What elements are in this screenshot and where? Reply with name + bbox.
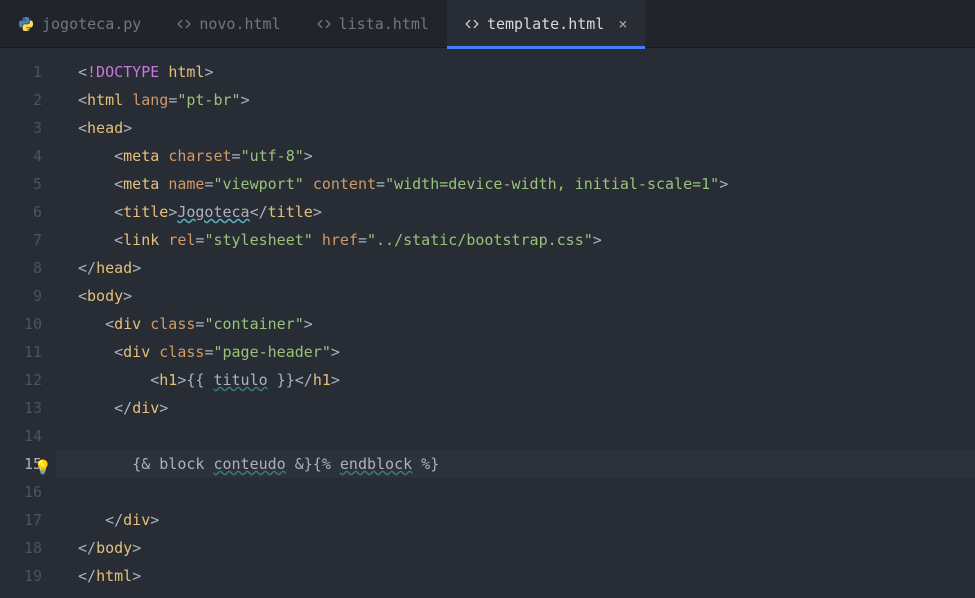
line-number: 5 [0,170,56,198]
html-icon [465,17,479,31]
line-number: 13 [0,394,56,422]
line-number: 16 [0,478,56,506]
line-number: 14 [0,422,56,450]
code-line[interactable]: <meta charset="utf-8"> [56,142,975,170]
code-editor[interactable]: 123456789101112131415💡16171819 <!DOCTYPE… [0,48,975,598]
editor-tabs: jogoteca.py novo.html lista.html templat… [0,0,975,48]
code-line[interactable]: <head> [56,114,975,142]
code-line[interactable]: <body> [56,282,975,310]
line-number: 18 [0,534,56,562]
python-icon [18,16,34,32]
tab-label: jogoteca.py [42,15,141,33]
tab-novo-html[interactable]: novo.html [159,0,298,48]
line-number: 10 [0,310,56,338]
code-line[interactable]: <div class="page-header"> [56,338,975,366]
code-line[interactable]: </body> [56,534,975,562]
tab-template-html[interactable]: template.html × [447,0,645,48]
code-line[interactable]: </html> [56,562,975,590]
code-line[interactable]: <html lang="pt-br"> [56,86,975,114]
code-line[interactable] [56,478,975,506]
line-gutter: 123456789101112131415💡16171819 [0,48,56,598]
line-number: 7 [0,226,56,254]
code-line[interactable]: {& block conteudo &}{% endblock %} [56,450,975,478]
line-number: 15💡 [0,450,56,478]
html-icon [317,17,331,31]
code-line[interactable]: <meta name="viewport" content="width=dev… [56,170,975,198]
code-line[interactable]: <!DOCTYPE html> [56,58,975,86]
code-line[interactable]: </div> [56,506,975,534]
line-number: 19 [0,562,56,590]
line-number: 11 [0,338,56,366]
code-line[interactable]: </head> [56,254,975,282]
line-number: 6 [0,198,56,226]
code-line[interactable] [56,422,975,450]
html-icon [177,17,191,31]
code-line[interactable]: <div class="container"> [56,310,975,338]
code-line[interactable]: <title>Jogoteca</title> [56,198,975,226]
code-area[interactable]: <!DOCTYPE html><html lang="pt-br"><head>… [56,48,975,598]
line-number: 2 [0,86,56,114]
tab-label: template.html [487,15,604,33]
tab-label: novo.html [199,15,280,33]
line-number: 9 [0,282,56,310]
line-number: 8 [0,254,56,282]
line-number: 17 [0,506,56,534]
code-line[interactable]: <h1>{{ titulo }}</h1> [56,366,975,394]
line-number: 1 [0,58,56,86]
code-line[interactable]: <link rel="stylesheet" href="../static/b… [56,226,975,254]
close-icon[interactable]: × [618,15,627,33]
line-number: 12 [0,366,56,394]
tab-jogoteca-py[interactable]: jogoteca.py [0,0,159,48]
code-line[interactable]: </div> [56,394,975,422]
tab-lista-html[interactable]: lista.html [299,0,447,48]
line-number: 3 [0,114,56,142]
tab-label: lista.html [339,15,429,33]
line-number: 4 [0,142,56,170]
